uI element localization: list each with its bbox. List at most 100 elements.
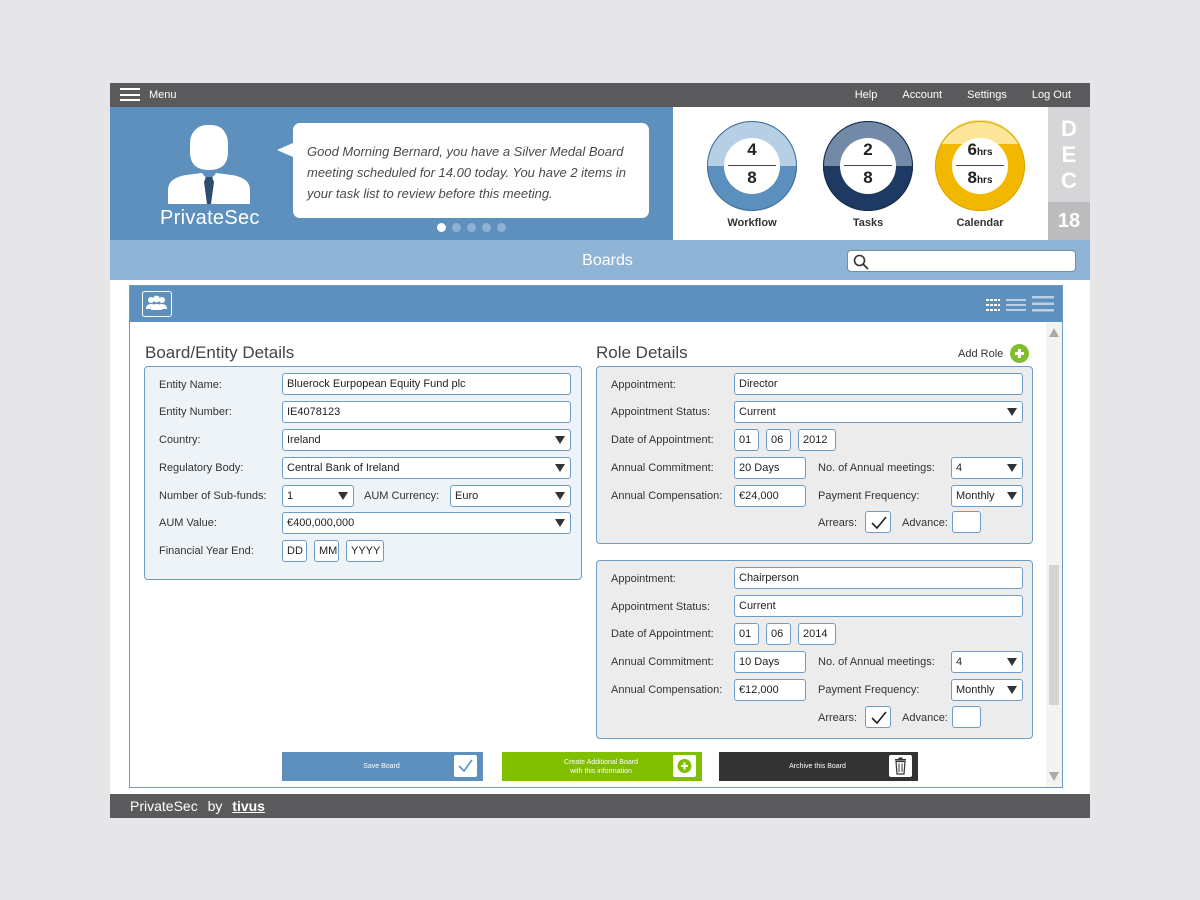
footer-company-logo: tivus: [232, 798, 265, 814]
search-icon[interactable]: [853, 254, 869, 270]
advance-checkbox[interactable]: [952, 511, 981, 533]
fye-day-input[interactable]: DD: [282, 540, 307, 562]
app-window: Menu Help Account Settings Log Out Priva…: [110, 83, 1090, 818]
top-links: Help Account Settings Log Out: [855, 89, 1071, 101]
country-value: Ireland: [287, 434, 321, 446]
plus-circle-icon: [673, 755, 696, 777]
date-month-input[interactable]: 06: [766, 623, 791, 645]
date-label: Date of Appointment:: [611, 434, 714, 446]
list-view-icon[interactable]: [1006, 298, 1026, 316]
entity-number-label: Entity Number:: [159, 406, 232, 418]
frequency-label: Payment Frequency:: [818, 684, 920, 696]
menu-button[interactable]: Menu: [120, 88, 177, 101]
status-select[interactable]: Current: [734, 401, 1023, 423]
advance-label: Advance:: [902, 712, 948, 724]
chevron-down-icon: [1007, 658, 1017, 666]
chevron-down-icon: [1007, 464, 1017, 472]
hamburger-icon: [120, 88, 140, 101]
status-value: Current: [739, 406, 776, 418]
date-year-input[interactable]: 2012: [798, 429, 836, 451]
meetings-label: No. of Annual meetings:: [818, 656, 935, 668]
workflow-stat[interactable]: 4 8 Workflow: [706, 120, 798, 229]
arrears-checkbox[interactable]: [865, 706, 891, 728]
divider: [844, 165, 892, 166]
currency-value: Euro: [455, 490, 479, 502]
chevron-down-icon: [338, 492, 348, 500]
chevron-down-icon: [555, 519, 565, 527]
help-link[interactable]: Help: [855, 89, 878, 101]
appointment-label: Appointment:: [611, 379, 676, 391]
entity-details-box: Entity Name: Bluerock Eurpopean Equity F…: [144, 366, 582, 580]
appointment-input[interactable]: Chairperson: [734, 567, 1023, 589]
advance-checkbox[interactable]: [952, 706, 981, 728]
appointment-input[interactable]: Director: [734, 373, 1023, 395]
aum-select[interactable]: €400,000,000: [282, 512, 571, 534]
subfunds-label: Number of Sub-funds:: [159, 490, 267, 502]
meetings-select[interactable]: 4: [951, 651, 1023, 673]
vertical-scrollbar[interactable]: [1046, 322, 1062, 787]
status-label: Appointment Status:: [611, 601, 711, 613]
add-role-button[interactable]: Add Role: [958, 344, 1030, 363]
carousel-dot[interactable]: [437, 223, 446, 232]
carousel-dot[interactable]: [482, 223, 491, 232]
divider: [728, 165, 776, 166]
carousel-dot[interactable]: [467, 223, 476, 232]
currency-label: AUM Currency:: [364, 490, 440, 502]
chevron-down-icon: [555, 464, 565, 472]
tasks-top: 2: [863, 140, 873, 159]
compensation-input[interactable]: €12,000: [734, 679, 806, 701]
scroll-thumb[interactable]: [1049, 565, 1059, 705]
date-year-input[interactable]: 2014: [798, 623, 836, 645]
date-day-input[interactable]: 01: [734, 429, 759, 451]
carousel-dot[interactable]: [497, 223, 506, 232]
save-board-button[interactable]: Save Board: [282, 752, 483, 781]
fye-year-input[interactable]: YYYY: [346, 540, 384, 562]
commitment-input[interactable]: 20 Days: [734, 457, 806, 479]
save-board-label: Save Board: [363, 763, 400, 770]
archive-board-button[interactable]: Archive this Board: [719, 752, 918, 781]
board-members-button[interactable]: [142, 291, 172, 317]
currency-select[interactable]: Euro: [450, 485, 571, 507]
settings-link[interactable]: Settings: [967, 89, 1007, 101]
chevron-down-icon: [1007, 492, 1017, 500]
trash-icon: [889, 755, 912, 777]
workflow-ring-icon: [707, 121, 797, 211]
create-additional-board-button[interactable]: Create Additional Board with this inform…: [502, 752, 702, 781]
calendar-bottom: 8hrs: [934, 168, 1026, 188]
role-heading: Role Details: [596, 343, 688, 362]
fye-month-input[interactable]: MM: [314, 540, 339, 562]
calendar-stat[interactable]: 6hrs 8hrs Calendar: [934, 120, 1026, 229]
tasks-stat[interactable]: 2 8 Tasks: [822, 120, 914, 229]
tasks-label: Tasks: [852, 217, 884, 229]
aum-label: AUM Value:: [159, 517, 217, 529]
frequency-select[interactable]: Monthly: [951, 679, 1023, 701]
frequency-select[interactable]: Monthly: [951, 485, 1023, 507]
arrears-label: Arrears:: [818, 517, 858, 529]
account-link[interactable]: Account: [902, 89, 942, 101]
country-select[interactable]: Ireland: [282, 429, 571, 451]
commitment-input[interactable]: 10 Days: [734, 651, 806, 673]
frequency-label: Payment Frequency:: [818, 490, 920, 502]
search-input[interactable]: [874, 253, 1069, 269]
arrears-checkbox[interactable]: [865, 511, 891, 533]
calendar-top-unit: hrs: [976, 147, 993, 158]
subfunds-select[interactable]: 1: [282, 485, 354, 507]
date-month-input[interactable]: 06: [766, 429, 791, 451]
date-day-input[interactable]: 01: [734, 623, 759, 645]
aum-value: €400,000,000: [287, 517, 355, 529]
meetings-select[interactable]: 4: [951, 457, 1023, 479]
entity-name-input[interactable]: Bluerock Eurpopean Equity Fund plc: [282, 373, 571, 395]
compensation-input[interactable]: €24,000: [734, 485, 806, 507]
regulatory-select[interactable]: Central Bank of Ireland: [282, 457, 571, 479]
compensation-label: Annual Compensation:: [611, 490, 723, 502]
logout-link[interactable]: Log Out: [1032, 89, 1071, 101]
carousel-dot[interactable]: [452, 223, 461, 232]
calendar-bottom-unit: hrs: [976, 175, 993, 186]
status-input[interactable]: Current: [734, 595, 1023, 617]
entity-number-input[interactable]: IE4078123: [282, 401, 571, 423]
grid-view-icon[interactable]: [986, 298, 1000, 316]
scroll-down-arrow-icon[interactable]: [1049, 772, 1059, 781]
scroll-up-arrow-icon[interactable]: [1049, 328, 1059, 337]
role-card: Appointment: Chairperson Appointment Sta…: [596, 560, 1033, 739]
detail-view-icon[interactable]: [1032, 296, 1054, 317]
